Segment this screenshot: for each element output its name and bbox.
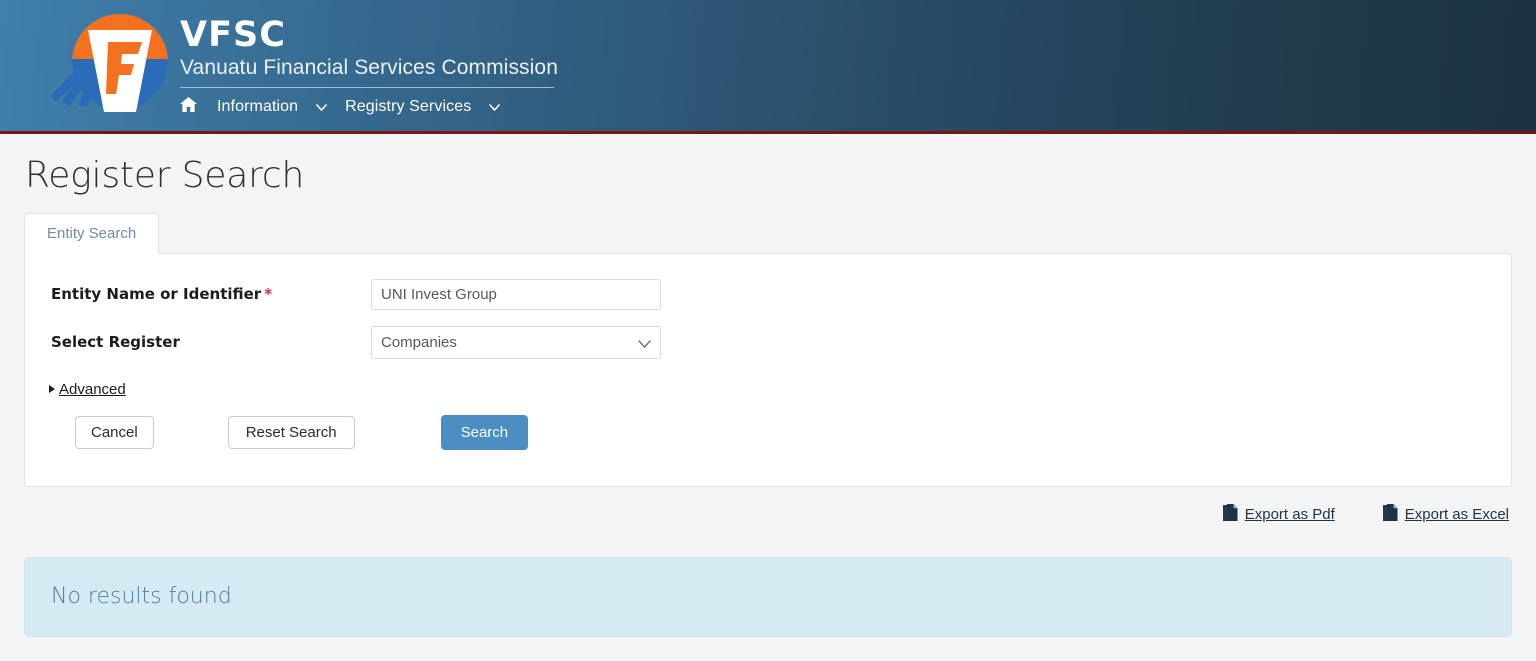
main-nav: Information Registry Services	[180, 95, 558, 119]
export-as-excel-label: Export as Excel	[1404, 506, 1509, 524]
brand-divider	[180, 87, 554, 89]
entity-name-label: Entity Name or Identifier *	[51, 285, 371, 303]
tab-entity-search[interactable]: Entity Search	[24, 212, 160, 254]
file-document-icon-excel	[1382, 503, 1398, 526]
nav-item-registry-services[interactable]: Registry Services	[335, 96, 481, 118]
brand-block: VFSC Vanuatu Financial Services Commissi…	[48, 0, 558, 131]
select-register-wrapper: Companies	[371, 325, 661, 359]
reset-search-button[interactable]: Reset Search	[227, 415, 355, 449]
advanced-toggle[interactable]: Advanced	[25, 359, 165, 398]
export-row: Export as Pdf Export as Excel	[24, 487, 1512, 526]
form-button-row: Cancel Reset Search Search	[25, 398, 1511, 450]
logo-v-mark	[88, 30, 152, 112]
export-as-excel-link[interactable]: Export as Excel	[1382, 503, 1509, 526]
brand-text: VFSC Vanuatu Financial Services Commissi…	[180, 0, 558, 119]
entity-name-label-text: Entity Name or Identifier	[51, 285, 262, 304]
brand-subtitle: Vanuatu Financial Services Commission	[180, 56, 558, 79]
no-results-alert: No results found	[24, 556, 1512, 637]
search-panel: Entity Name or Identifier* Select Regist…	[24, 252, 1512, 487]
nav-item-information[interactable]: Information	[207, 96, 308, 118]
page-content: Register Search Entity Search Entity Nam…	[0, 156, 1536, 637]
triangle-right-icon	[49, 385, 55, 394]
entity-name-input[interactable]	[371, 278, 661, 310]
search-button[interactable]: Search	[440, 414, 529, 450]
select-register-label: Select Register	[51, 333, 180, 352]
vfsc-shield-logo[interactable]	[48, 6, 168, 126]
site-header: VFSC Vanuatu Financial Services Commissi…	[0, 0, 1536, 134]
export-as-pdf-label: Export as Pdf	[1244, 506, 1335, 524]
page-title: Register Search	[25, 155, 305, 196]
required-marker: *	[264, 285, 273, 304]
cancel-button[interactable]: Cancel	[75, 415, 154, 449]
brand-title: VFSC	[180, 15, 286, 55]
file-document-icon-pdf	[1222, 503, 1238, 526]
entity-name-row: Entity Name or Identifier *	[25, 254, 1511, 310]
advanced-label: Advanced	[59, 380, 126, 398]
chevron-down-icon-registry-services[interactable]	[481, 98, 508, 116]
tab-bar: Entity Search	[24, 212, 1512, 254]
select-register-dropdown[interactable]: Companies	[371, 325, 661, 359]
chevron-down-icon-information[interactable]	[308, 98, 335, 116]
home-icon[interactable]	[180, 95, 207, 119]
no-results-message: No results found	[51, 584, 232, 610]
select-register-row: Select Register Companies	[25, 310, 1511, 359]
export-as-pdf-link[interactable]: Export as Pdf	[1222, 503, 1335, 526]
